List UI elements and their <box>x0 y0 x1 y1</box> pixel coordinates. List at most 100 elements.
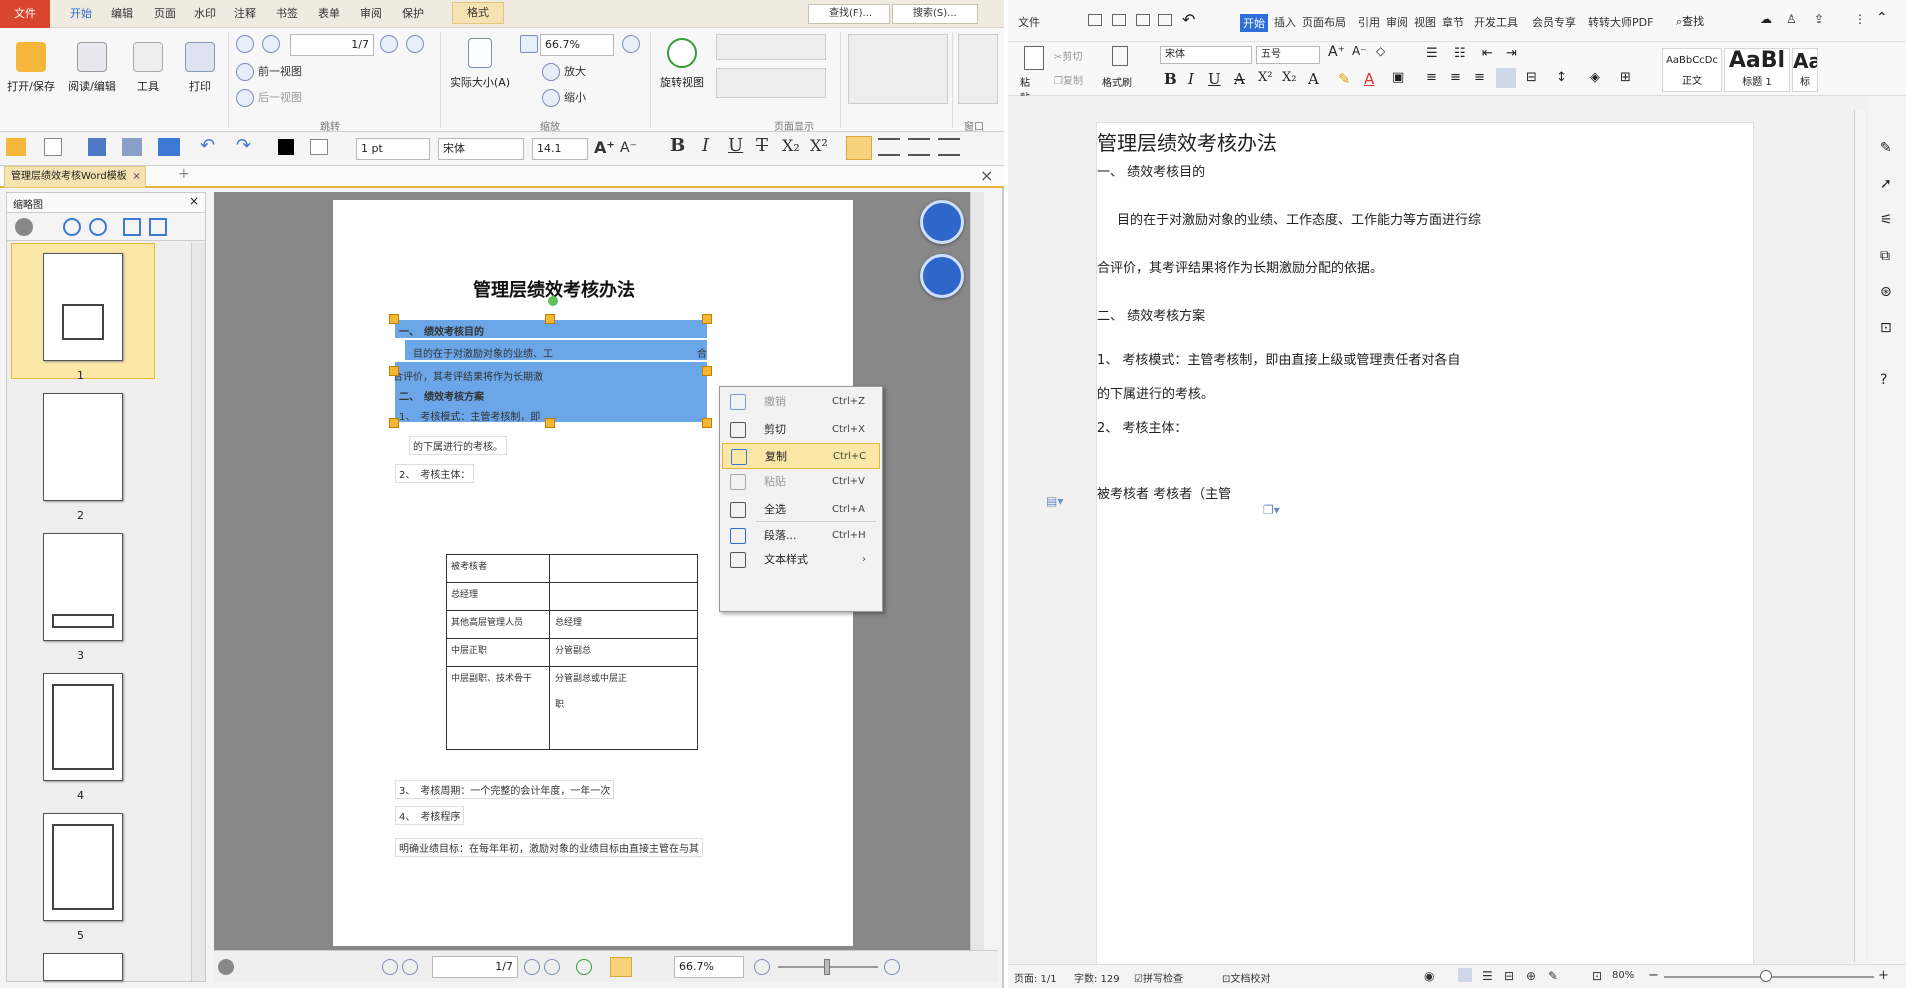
context-menu-item[interactable]: 段落... Ctrl+H <box>722 523 880 549</box>
open-folder-icon[interactable] <box>6 138 26 156</box>
next-page-button[interactable] <box>380 34 402 54</box>
resize-handle[interactable] <box>389 418 399 428</box>
spell-check[interactable]: ☑拼写检查 <box>1134 970 1183 985</box>
resize-handle[interactable] <box>389 314 399 324</box>
font-family-combo[interactable]: 宋体 <box>1160 46 1252 64</box>
page-thumbnail-1[interactable] <box>43 253 123 361</box>
actual-size-button[interactable]: 实际大小(A) <box>448 38 512 90</box>
justify-icon[interactable] <box>938 138 960 156</box>
context-menu-item[interactable]: 复制 Ctrl+C <box>722 443 880 469</box>
undo-icon[interactable]: ↶ <box>1182 10 1195 29</box>
indent-decrease-icon[interactable]: ⇤ <box>1482 46 1493 61</box>
bold-icon[interactable]: B <box>670 136 685 156</box>
paste-options-icon[interactable]: ❐▾ <box>1263 503 1280 517</box>
window-tools[interactable] <box>958 34 998 104</box>
menu-home[interactable]: 开始 <box>1240 14 1268 32</box>
export-icon[interactable] <box>1112 14 1126 26</box>
menu-insert[interactable]: 插入 <box>1274 14 1296 30</box>
location-icon[interactable]: ⊛ <box>1880 284 1892 300</box>
settings-icon[interactable] <box>15 218 33 236</box>
pointer-icon[interactable]: ➚ <box>1880 176 1892 192</box>
open-save-button[interactable]: 打开/保存 <box>6 42 56 94</box>
page-thumbnail-3[interactable] <box>43 533 123 641</box>
text-effect-icon[interactable]: A <box>1308 70 1319 88</box>
zoom-out-thumb-icon[interactable] <box>89 218 107 236</box>
page-thumbnail-5[interactable] <box>43 813 123 921</box>
align-right-icon[interactable] <box>908 138 930 156</box>
print-icon[interactable] <box>122 138 142 156</box>
zoom-in-icon[interactable]: + <box>1878 968 1889 983</box>
highlight-icon[interactable]: ✎ <box>1338 70 1351 88</box>
align-center-icon[interactable] <box>878 138 900 156</box>
last-page-button[interactable] <box>406 34 428 54</box>
book-icon[interactable]: ⊡ <box>1880 320 1892 336</box>
zoom-level[interactable]: 80% <box>1612 970 1634 981</box>
menu-pdf[interactable]: 转转大师PDF <box>1588 14 1653 30</box>
rotate-right-icon[interactable] <box>149 218 167 236</box>
menu-layout[interactable]: 页面布局 <box>1302 14 1346 30</box>
eye-icon[interactable]: ◉ <box>1424 969 1434 983</box>
number-list-icon[interactable]: ☷ <box>1454 46 1466 61</box>
prev-page-button[interactable] <box>262 34 284 54</box>
superscript-icon[interactable]: X² <box>1258 70 1272 85</box>
zoom-slider-thumb[interactable] <box>824 959 830 975</box>
first-page-icon[interactable] <box>382 959 398 975</box>
next-page-icon[interactable] <box>524 959 540 975</box>
cut-button[interactable]: ✂剪切 <box>1054 48 1082 63</box>
viewer-scrollbar[interactable] <box>970 192 984 950</box>
back-view-icon[interactable] <box>576 959 592 975</box>
font-size-combo[interactable]: 五号 <box>1256 46 1320 64</box>
web-view-icon[interactable]: ⊕ <box>1526 969 1536 983</box>
prev-page-icon[interactable] <box>402 959 418 975</box>
menu-file[interactable]: 文件 <box>1018 14 1040 30</box>
annotation-tools[interactable] <box>848 34 948 104</box>
new-doc-icon[interactable] <box>44 138 62 156</box>
context-menu-item[interactable]: 文本样式 › <box>722 547 880 573</box>
subscript-icon[interactable]: X₂ <box>782 136 800 156</box>
new-tab-icon[interactable]: + <box>178 166 190 182</box>
menu-protect[interactable]: 保护 <box>396 5 430 23</box>
context-menu-item[interactable]: 粘贴 Ctrl+V <box>722 469 880 495</box>
resize-handle[interactable] <box>702 418 712 428</box>
context-menu-item[interactable]: 剪切 Ctrl+X <box>722 417 880 443</box>
resize-handle[interactable] <box>545 418 555 428</box>
menu-home[interactable]: 开始 <box>64 5 98 23</box>
settings-icon[interactable] <box>218 959 234 975</box>
page-display-buttons[interactable] <box>716 68 826 98</box>
zoom-in-icon[interactable] <box>884 959 900 975</box>
thumb-scrollbar[interactable] <box>191 243 205 981</box>
resize-handle[interactable] <box>702 366 712 376</box>
zoom-tool-icon[interactable] <box>622 34 644 54</box>
font-family-combo[interactable]: 宋体 <box>438 138 524 160</box>
outline-view-icon[interactable]: ☰ <box>1482 969 1493 983</box>
read-edit-button[interactable]: 阅读/编辑 <box>64 42 120 94</box>
save-icon[interactable] <box>1088 14 1102 26</box>
context-menu-item[interactable]: 全选 Ctrl+A <box>722 497 880 523</box>
color-swatch-icon[interactable] <box>278 139 294 155</box>
font-color-icon[interactable]: A <box>1364 70 1374 88</box>
fit-page-icon[interactable] <box>520 34 542 54</box>
close-panel-icon[interactable]: × <box>189 194 199 208</box>
menu-annotate[interactable]: 注释 <box>228 5 262 23</box>
menu-review[interactable]: 审阅 <box>354 5 388 23</box>
zoom-slider-thumb[interactable] <box>1760 970 1772 982</box>
document-scrollbar[interactable] <box>1854 110 1866 962</box>
prev-view-button[interactable]: 前一视图 <box>236 62 302 82</box>
menu-section[interactable]: 章节 <box>1442 14 1464 30</box>
page-number-input[interactable]: 1/7 <box>290 34 374 56</box>
superscript-icon[interactable]: X² <box>810 136 828 156</box>
increase-font-icon[interactable]: A⁺ <box>594 138 615 158</box>
proofread[interactable]: ⊡文档校对 <box>1222 970 1270 985</box>
resize-handle[interactable] <box>389 366 399 376</box>
subscript-icon[interactable]: X₂ <box>1282 70 1296 85</box>
preview-icon[interactable] <box>1158 14 1172 26</box>
bold-icon[interactable]: B <box>1164 70 1177 88</box>
zoom-combo[interactable]: 66.7% <box>540 34 614 56</box>
rotate-left-icon[interactable] <box>123 218 141 236</box>
style-heading-1[interactable]: AaBl 标题 1 <box>1724 48 1790 92</box>
zoom-out-button[interactable]: 缩小 <box>542 88 586 108</box>
first-page-button[interactable] <box>236 34 258 54</box>
adjust-icon[interactable]: ⚟ <box>1880 212 1893 228</box>
underline-icon[interactable]: U <box>728 136 743 156</box>
page-thumbnail-4[interactable] <box>43 673 123 781</box>
